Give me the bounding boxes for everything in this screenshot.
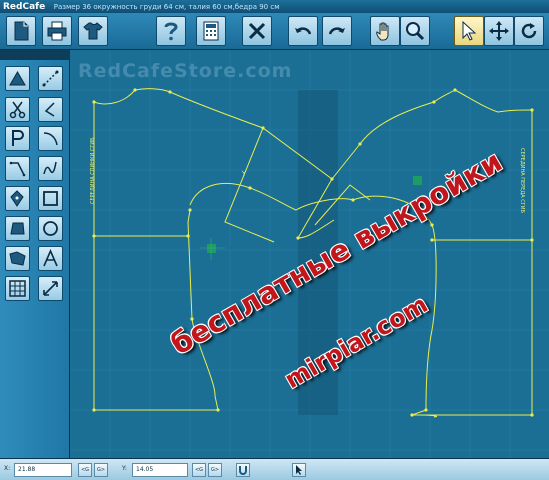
help-button[interactable] bbox=[156, 16, 186, 46]
x-prev-button[interactable]: <G bbox=[78, 463, 92, 477]
circle-icon bbox=[43, 221, 58, 236]
title-bar: RedCafe Размер 36 окружность груди 64 см… bbox=[0, 0, 549, 13]
move-icon bbox=[489, 21, 509, 41]
magnet-icon bbox=[239, 466, 247, 475]
zoom-button[interactable] bbox=[400, 16, 430, 46]
watermark: RedCafeStore.com bbox=[78, 60, 293, 82]
x-next-button[interactable]: G> bbox=[94, 463, 108, 477]
print-button[interactable] bbox=[42, 16, 72, 46]
bend-icon bbox=[9, 161, 26, 177]
y-coordinate-field[interactable]: 14.05 bbox=[132, 463, 188, 477]
wave-tool[interactable] bbox=[38, 156, 63, 181]
bend-tool[interactable] bbox=[5, 156, 30, 181]
letter-p-tool[interactable] bbox=[5, 126, 30, 151]
garment-button[interactable] bbox=[78, 16, 108, 46]
curve-tool[interactable] bbox=[38, 126, 63, 151]
back-body bbox=[93, 102, 219, 411]
back-center-label: СЕРЕДИНА СПИНКИ СГИБ bbox=[90, 137, 96, 204]
pen-icon bbox=[10, 190, 24, 207]
letter-a-icon bbox=[43, 249, 58, 267]
letter-p-icon bbox=[12, 130, 24, 146]
y-prev-button[interactable]: <G bbox=[192, 463, 206, 477]
redo-icon bbox=[328, 27, 345, 35]
grid-tool[interactable] bbox=[5, 276, 30, 301]
y-label: Y: bbox=[122, 465, 127, 472]
fold-tool[interactable] bbox=[5, 246, 30, 271]
polygon-tool[interactable] bbox=[5, 216, 30, 241]
y-next-button[interactable]: G> bbox=[208, 463, 222, 477]
snap-button[interactable] bbox=[236, 463, 250, 477]
delete-icon bbox=[248, 22, 266, 40]
scissors-icon bbox=[9, 101, 26, 119]
triangle-tool[interactable] bbox=[5, 66, 30, 91]
rectangle-tool[interactable] bbox=[38, 186, 63, 211]
letter-a-tool[interactable] bbox=[38, 246, 63, 271]
rotate-button[interactable] bbox=[514, 16, 544, 46]
cursor-mode-button[interactable] bbox=[292, 463, 306, 477]
arc-tool[interactable] bbox=[38, 97, 63, 122]
help-icon bbox=[164, 22, 178, 41]
hand-icon bbox=[376, 22, 389, 41]
x-coordinate-field[interactable]: 21.88 bbox=[14, 463, 72, 477]
curve-icon bbox=[43, 132, 58, 146]
tool-palette bbox=[0, 60, 70, 458]
cursor-icon bbox=[296, 465, 302, 475]
undo-button[interactable] bbox=[288, 16, 318, 46]
x-label: X: bbox=[4, 465, 11, 472]
redo-button[interactable] bbox=[322, 16, 352, 46]
resize-tool[interactable] bbox=[38, 276, 63, 301]
rotate-icon bbox=[521, 23, 537, 39]
arc-icon bbox=[44, 102, 55, 117]
triangle-icon bbox=[9, 70, 26, 86]
status-bar: X: 21.88 <G G> Y: 14.05 <G G> bbox=[0, 458, 549, 480]
grid-icon bbox=[9, 280, 26, 297]
zoom-icon bbox=[406, 22, 425, 41]
delete-button[interactable] bbox=[242, 16, 272, 46]
piece-mark-label: Y bbox=[242, 170, 247, 178]
pointer-button[interactable] bbox=[454, 16, 484, 46]
polygon-icon bbox=[10, 222, 25, 235]
drawing-canvas[interactable]: RedCafeStore.com СЕРЕДИНА СПИНКИ СГИБ СЕ… bbox=[70, 50, 549, 458]
move-button[interactable] bbox=[484, 16, 514, 46]
calculator-icon bbox=[203, 21, 219, 41]
printer-icon bbox=[47, 21, 67, 41]
pointer-icon bbox=[462, 20, 477, 41]
main-toolbar bbox=[0, 13, 549, 50]
calculator-button[interactable] bbox=[196, 16, 226, 46]
hand-button[interactable] bbox=[370, 16, 400, 46]
rectangle-icon bbox=[43, 191, 58, 206]
fold-icon bbox=[9, 251, 26, 266]
app-title: RedCafe bbox=[3, 2, 46, 12]
resize-icon bbox=[43, 281, 58, 296]
page-icon bbox=[14, 21, 29, 41]
scissors-tool[interactable] bbox=[5, 97, 30, 122]
circle-tool[interactable] bbox=[38, 216, 63, 241]
undo-icon bbox=[295, 27, 312, 35]
back-armhole bbox=[224, 127, 275, 243]
size-info: Размер 36 окружность груди 64 см, талия … bbox=[53, 3, 280, 11]
wave-icon bbox=[43, 161, 57, 175]
front-center-label: СЕРЕДИНА ПЕРЕДА СГИБ bbox=[519, 148, 525, 213]
page-button[interactable] bbox=[6, 16, 36, 46]
shirt-icon bbox=[83, 22, 103, 40]
line-tool[interactable] bbox=[38, 66, 63, 91]
line-icon bbox=[42, 70, 59, 87]
pen-tool[interactable] bbox=[5, 186, 30, 211]
